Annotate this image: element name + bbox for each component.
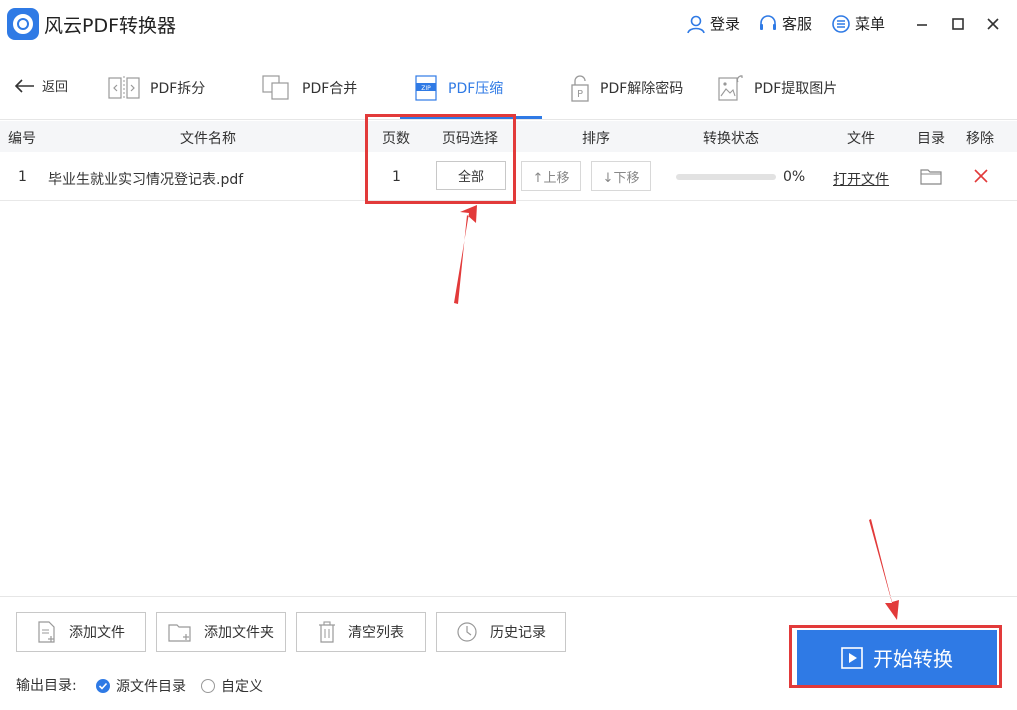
add-file-label: 添加文件 xyxy=(69,625,125,641)
add-file-button[interactable]: 添加文件 xyxy=(16,612,146,652)
clear-list-label: 清空列表 xyxy=(348,625,404,641)
play-icon xyxy=(841,646,863,669)
annotation-arrow-down xyxy=(869,519,899,620)
radio-source-dir[interactable]: 源文件目录 xyxy=(96,676,186,696)
footer-divider xyxy=(0,596,1017,597)
start-convert-button[interactable]: 开始转换 xyxy=(797,630,997,685)
add-folder-icon xyxy=(168,624,191,642)
radio-unchecked-icon xyxy=(201,679,215,693)
radio-custom-dir[interactable]: 自定义 xyxy=(201,676,263,696)
add-file-icon xyxy=(38,621,55,643)
annotation-arrows xyxy=(454,205,899,620)
add-folder-button[interactable]: 添加文件夹 xyxy=(156,612,286,652)
history-button[interactable]: 历史记录 xyxy=(436,612,566,652)
clock-icon xyxy=(457,622,477,642)
trash-icon xyxy=(319,621,335,643)
add-folder-label: 添加文件夹 xyxy=(204,625,274,641)
output-dir-label: 输出目录: xyxy=(16,678,77,694)
history-label: 历史记录 xyxy=(490,625,546,641)
radio-source-dir-label: 源文件目录 xyxy=(116,679,186,695)
radio-custom-dir-label: 自定义 xyxy=(221,679,263,695)
start-convert-label: 开始转换 xyxy=(873,647,953,671)
clear-list-button[interactable]: 清空列表 xyxy=(296,612,426,652)
annotation-arrow-up xyxy=(454,205,477,304)
radio-checked-icon xyxy=(96,679,110,693)
